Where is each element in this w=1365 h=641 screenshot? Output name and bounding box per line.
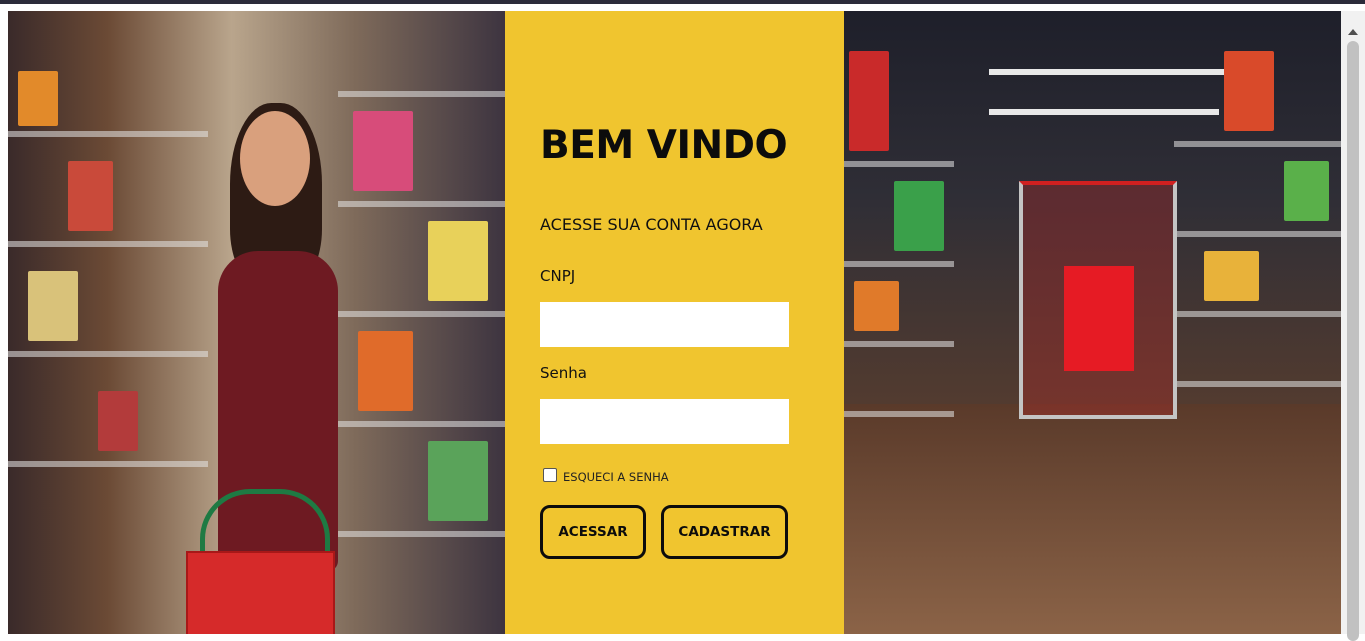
product (894, 181, 944, 251)
login-panel: BEM VINDO ACESSE SUA CONTA AGORA CNPJ Se… (505, 11, 844, 634)
cart-bag (1064, 266, 1134, 371)
forgot-password-label[interactable]: ESQUECI A SENHA (563, 470, 669, 484)
woman-shopping-image (8, 11, 505, 634)
shelf (338, 201, 505, 207)
product (353, 111, 413, 191)
shelf (1174, 231, 1341, 237)
vertical-scrollbar[interactable] (1341, 11, 1365, 641)
scroll-up-icon[interactable] (1348, 29, 1358, 35)
product (98, 391, 138, 451)
product (28, 271, 78, 341)
top-border (0, 0, 1365, 4)
shelf (1174, 311, 1341, 317)
shelf (844, 341, 954, 347)
woman-head (240, 111, 310, 206)
page-title: BEM VINDO (540, 123, 788, 168)
product (1224, 51, 1274, 131)
shelf (338, 531, 505, 537)
login-page: BEM VINDO ACESSE SUA CONTA AGORA CNPJ Se… (8, 11, 1341, 634)
product (18, 71, 58, 126)
shelf (8, 351, 208, 357)
product (849, 51, 889, 151)
shelf (8, 241, 208, 247)
product (428, 221, 488, 301)
shelf (844, 261, 954, 267)
subtitle: ACESSE SUA CONTA AGORA (540, 215, 763, 234)
product (854, 281, 899, 331)
cnpj-label: CNPJ (540, 267, 576, 285)
product (428, 441, 488, 521)
password-label: Senha (540, 364, 587, 382)
register-button[interactable]: CADASTRAR (661, 505, 788, 559)
ceiling-light (989, 109, 1219, 115)
shelf (338, 311, 505, 317)
shopping-basket (186, 551, 335, 634)
shelf (1174, 381, 1341, 387)
shelf (338, 91, 505, 97)
product (358, 331, 413, 411)
shelf (8, 461, 208, 467)
shelf (844, 411, 954, 417)
product (1204, 251, 1259, 301)
shelf (338, 421, 505, 427)
product (1284, 161, 1329, 221)
password-input[interactable] (540, 399, 789, 444)
shelf (844, 161, 954, 167)
access-button[interactable]: ACESSAR (540, 505, 646, 559)
product (68, 161, 113, 231)
ceiling-light (989, 69, 1249, 75)
forgot-password-checkbox[interactable] (543, 468, 557, 482)
shelf (8, 131, 208, 137)
forgot-password-row: ESQUECI A SENHA (543, 466, 669, 484)
shopping-cart-image (844, 11, 1341, 634)
shelf (1174, 141, 1341, 147)
cnpj-input[interactable] (540, 302, 789, 347)
scroll-thumb[interactable] (1347, 41, 1359, 641)
floor (844, 404, 1341, 634)
